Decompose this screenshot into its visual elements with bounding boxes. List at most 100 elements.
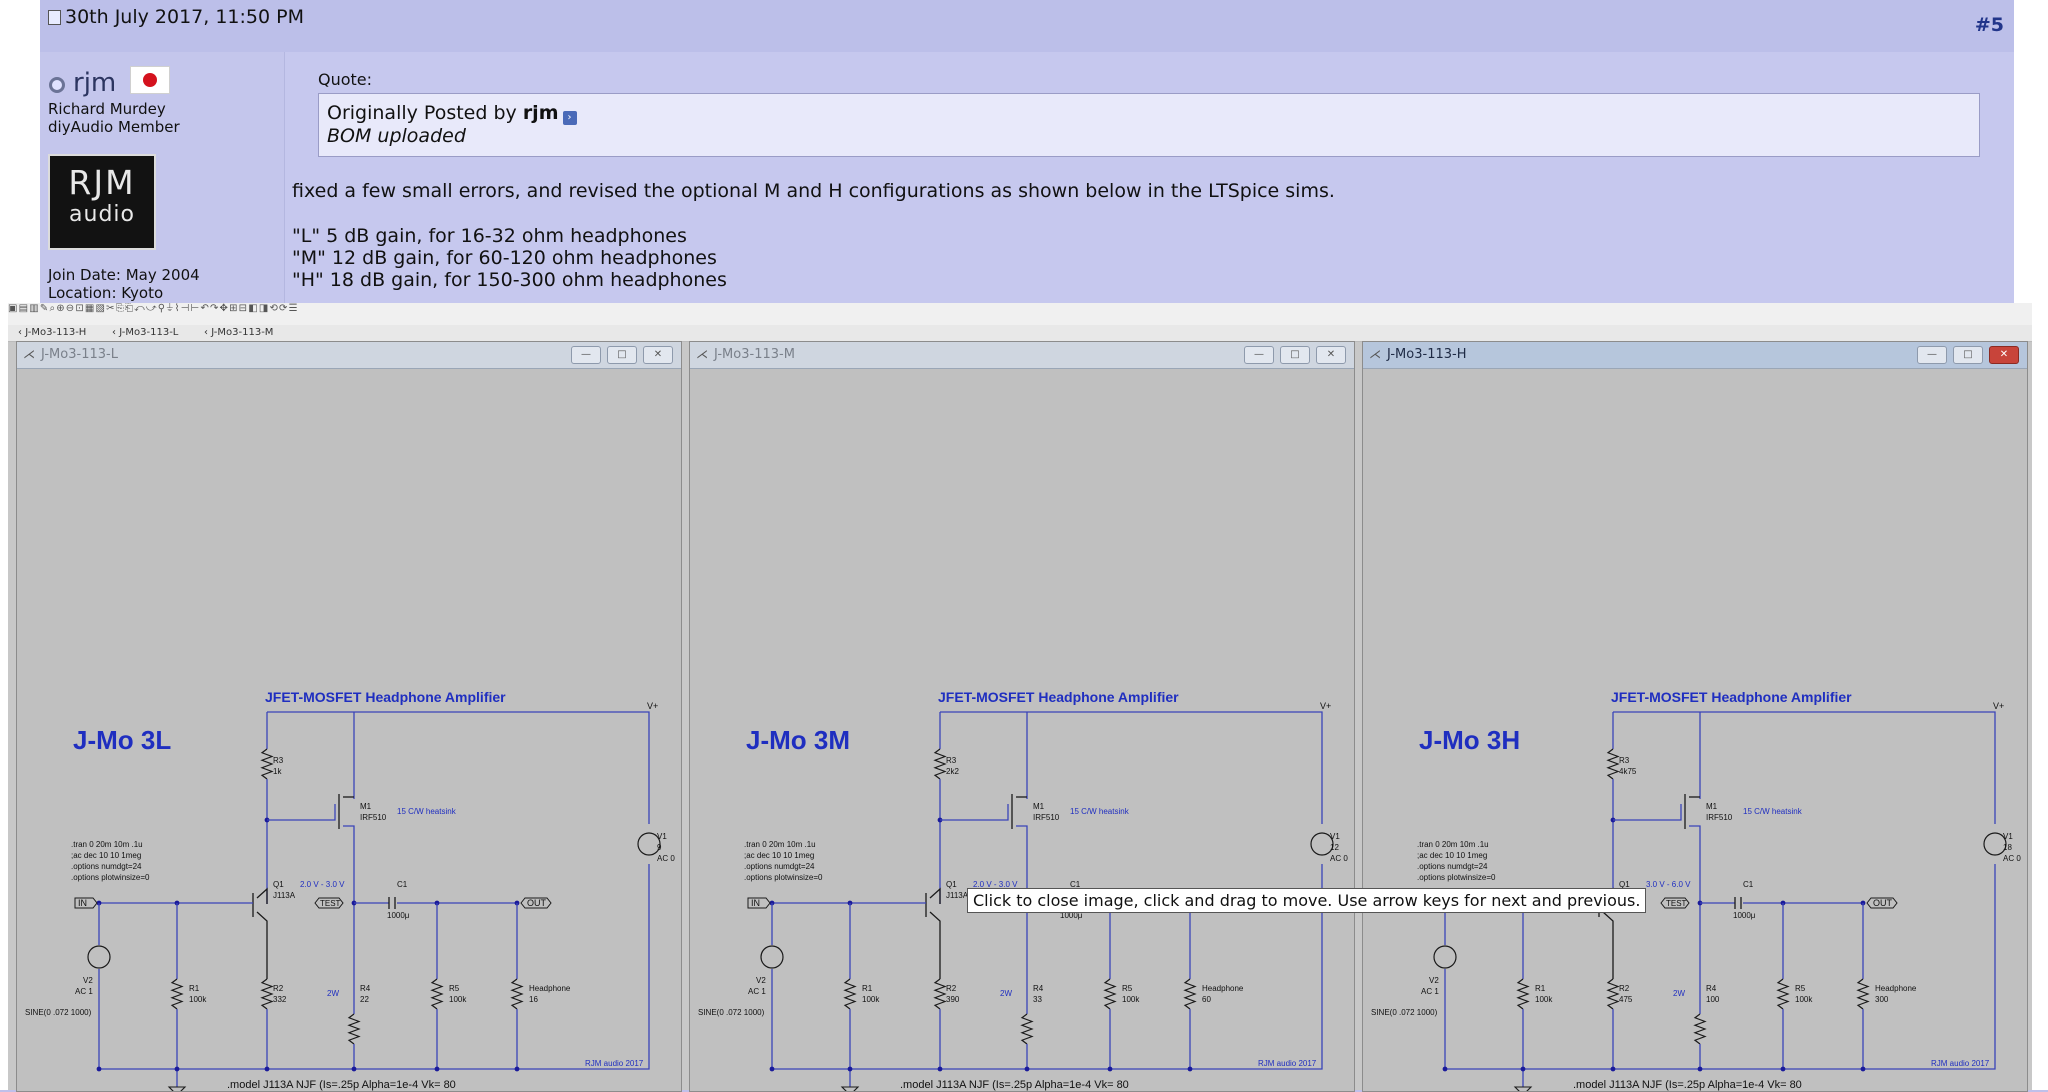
schematic-canvas[interactable]: JFET-MOSFET Headphone Amplifier J-Mo 3H V+… [1363, 369, 2027, 1091]
window-title: J-Mo3-113-H [1387, 347, 1467, 362]
v1-label: V1 [657, 832, 667, 841]
m1-model: IRF510 [1033, 813, 1060, 822]
v2-label: V2 [1429, 976, 1439, 985]
post-icon [48, 10, 61, 25]
v2-sine-source: SINE(0 .072 1000) [25, 1008, 92, 1017]
tab-j-mo3-113-m: ‹ J-Mo3-113-M [204, 327, 274, 338]
heatsink-note: 15 C/W heatsink [1070, 807, 1130, 816]
r4-value: 22 [360, 995, 369, 1004]
r4-power-rating: 2W [1000, 989, 1012, 998]
jfet-model-line: .model J113A NJF (Is=.25p Alpha=1e-4 Vk=… [227, 1079, 456, 1091]
r2-label: R2 [1619, 984, 1630, 993]
image-viewer-tooltip: Click to close image, click and drag to … [967, 888, 1647, 913]
schematic-canvas[interactable]: JFET-MOSFET Headphone Amplifier J-Mo 3L V+… [17, 369, 681, 1091]
headphone-load-label: Headphone [1202, 984, 1244, 993]
c1-value: 1000μ [1733, 911, 1756, 920]
schematic-window[interactable]: ⋌ J-Mo3-113-M — □ ✕ JFET-MOSFET Headphone Amp… [689, 341, 1355, 1092]
v1-ac-value: AC 0 [1330, 854, 1348, 863]
close-icon[interactable]: ✕ [1989, 346, 2019, 364]
schematic-title: JFET-MOSFET Headphone Amplifier [265, 689, 506, 705]
junction-dot [264, 1066, 270, 1072]
wire [929, 887, 941, 904]
q1-label: Q1 [273, 880, 284, 889]
m1-label: M1 [1706, 802, 1718, 811]
r5-value: 100k [1795, 995, 1813, 1004]
q1-label: Q1 [946, 880, 957, 889]
spice-directive: .options plotwinsize=0 [744, 873, 823, 882]
close-icon[interactable]: ✕ [643, 346, 673, 364]
online-status-icon [49, 77, 65, 93]
v1-label: V1 [1330, 832, 1340, 841]
r1-label: R1 [1535, 984, 1546, 993]
r2-value: 332 [273, 995, 287, 1004]
junction-dot [1107, 1066, 1113, 1072]
headphone-load-value: 60 [1202, 995, 1211, 1004]
junction-dot [847, 1066, 853, 1072]
maximize-icon[interactable]: □ [1280, 346, 1310, 364]
junction-dot [1610, 1066, 1616, 1072]
wire [1016, 825, 1028, 1014]
close-icon[interactable]: ✕ [1316, 346, 1346, 364]
heatsink-note: 15 C/W heatsink [397, 807, 457, 816]
avatar[interactable]: RJM audio [48, 154, 156, 250]
v2-source-symbol [1433, 945, 1457, 969]
username-link[interactable]: rjm [73, 68, 116, 98]
r5-label: R5 [449, 984, 460, 993]
jfet-model-line: .model J113A NJF (Is=.25p Alpha=1e-4 Vk=… [900, 1079, 1129, 1091]
quote-text: BOM uploaded [327, 125, 466, 147]
minimize-icon[interactable]: — [1244, 346, 1274, 364]
schematic-drawing: JFET-MOSFET Headphone Amplifier J-Mo 3L V+… [25, 689, 675, 1091]
resistor-symbol [260, 748, 274, 780]
circuit-name-label: J-Mo 3M [746, 725, 850, 755]
headphone-load-label: Headphone [529, 984, 571, 993]
v1-label: V1 [2003, 832, 2013, 841]
resistor-symbol [1103, 978, 1117, 1010]
headphone-load-value: 300 [1875, 995, 1889, 1004]
tab-j-mo3-113-h: ‹ J-Mo3-113-H [18, 327, 87, 338]
window-titlebar[interactable]: ⋌ J-Mo3-113-M — □ ✕ [690, 342, 1354, 369]
maximize-icon[interactable]: □ [607, 346, 637, 364]
forum-post: 30th July 2017, 11:50 PM #5 rjm Richard … [40, 0, 2014, 310]
m1-model: IRF510 [1706, 813, 1733, 822]
minimize-icon[interactable]: — [1917, 346, 1947, 364]
junction-dot [1024, 1066, 1030, 1072]
window-titlebar[interactable]: ⋌ J-Mo3-113-H — □ ✕ [1363, 342, 2027, 369]
wire [940, 711, 1323, 824]
resistor-symbol [1856, 978, 1870, 1010]
c1-label: C1 [397, 880, 408, 889]
quote-attribution: Originally Posted by rjm › [327, 102, 577, 125]
schematic-title: JFET-MOSFET Headphone Amplifier [938, 689, 1179, 705]
view-post-arrow-icon[interactable]: › [562, 111, 577, 125]
r2-value: 390 [946, 995, 960, 1004]
post-number-link[interactable]: #5 [1975, 14, 2004, 36]
ltspice-screenshot-image[interactable]: ▣ ▤ ▥ ✎ ⌕ ⊕ ⊖ ⊡ ▦ ▧ ✂ ⎘ ⎗ ⤺ ⤻ ⚲ ⏚ ⌇ ⊣ ⊢ … [8, 303, 2032, 1092]
schematic-window[interactable]: ⋌ J-Mo3-113-L — □ ✕ JFET-MOSFET Headphone Amp… [16, 341, 682, 1092]
resistor-symbol [170, 978, 184, 1010]
quote-label: Quote: [318, 70, 373, 89]
ltspice-toolbar: ▣ ▤ ▥ ✎ ⌕ ⊕ ⊖ ⊡ ▦ ▧ ✂ ⎘ ⎗ ⤺ ⤻ ⚲ ⏚ ⌇ ⊣ ⊢ … [8, 303, 2032, 326]
junction-dot [1697, 1066, 1703, 1072]
quote-author: rjm [522, 102, 559, 124]
resistor-symbol [510, 978, 524, 1010]
r5-label: R5 [1122, 984, 1133, 993]
junction-dot [1860, 1066, 1866, 1072]
credit-label: RJM audio 2017 [1931, 1059, 1990, 1068]
minimize-icon[interactable]: — [571, 346, 601, 364]
headphone-load-value: 16 [529, 995, 538, 1004]
wire [1602, 911, 1614, 979]
m1-model: IRF510 [360, 813, 387, 822]
maximize-icon[interactable]: □ [1953, 346, 1983, 364]
resistor-symbol [1606, 978, 1620, 1010]
v2-ac-value: AC 1 [748, 987, 766, 996]
window-titlebar[interactable]: ⋌ J-Mo3-113-L — □ ✕ [17, 342, 681, 369]
wire [267, 711, 650, 824]
wire [940, 804, 1009, 821]
wire [99, 864, 650, 1070]
ground-symbol [1513, 1086, 1533, 1091]
resistor-symbol [933, 978, 947, 1010]
q1-model: J113A [946, 891, 969, 900]
ground-symbol [840, 1086, 860, 1091]
schematic-window[interactable]: ⋌ J-Mo3-113-H — □ ✕ JFET-MOSFET Headphone Amp… [1362, 341, 2028, 1092]
post-header: 30th July 2017, 11:50 PM #5 [40, 0, 2014, 52]
schematic-canvas[interactable]: JFET-MOSFET Headphone Amplifier J-Mo 3M V+… [690, 369, 1354, 1091]
